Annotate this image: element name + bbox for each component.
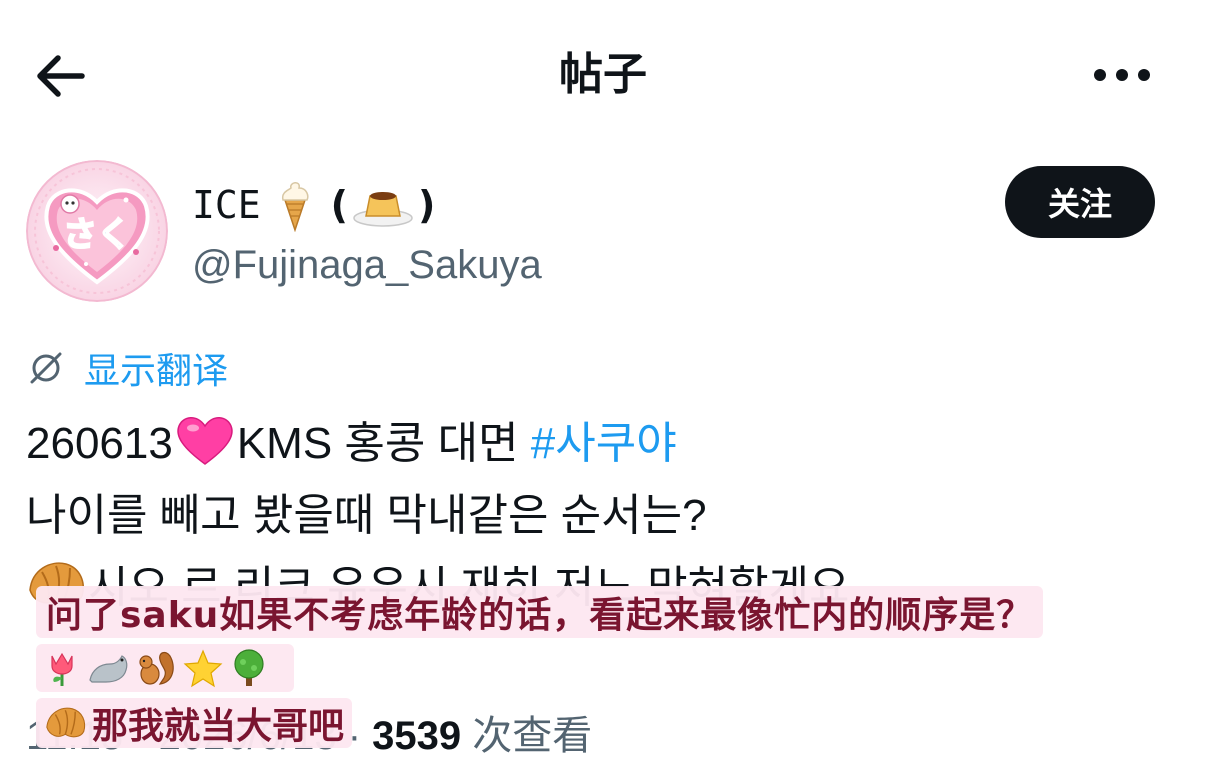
soft-serve-icon [281,182,309,232]
seal-icon [89,655,128,683]
croissant-icon [46,707,86,738]
subtitle-line-1: 问了saku如果不考虑年龄的话，看起来最像忙内的顺序是？ [36,586,1044,638]
subtitle-line-3: 那我就当大哥吧 [36,698,353,748]
page-title: 帖子 [559,49,647,100]
author-display-name[interactable]: ICE ( ) [192,178,435,232]
paren-open: ( [330,183,349,227]
squirrel-icon [139,651,174,685]
avatar-label: さく [63,215,131,255]
translate-label: 显示翻译 [84,351,229,392]
views-label: 次查看 [461,714,593,758]
tulip-icon [51,652,73,686]
avatar[interactable]: さく [26,160,168,302]
star-icon [183,649,223,688]
paren-close: ) [418,183,436,227]
author-handle[interactable]: @Fujinaga_Sakuya [192,238,542,292]
tweet-text-line-1: 260613 KMS 홍콩 대면 #사쿠야 [26,412,677,474]
subtitle-line-2 [36,644,294,692]
tweet-event-text: KMS 홍콩 대면 [236,419,531,468]
subtitle-line-3-text: 那我就当大哥吧 [92,706,345,747]
more-options-icon[interactable] [1090,60,1154,90]
tweet-text-line-2: 나이를 빼고 봤을때 막내같은 순서는? [26,491,707,540]
custard-pudding-icon [353,192,413,227]
tree-icon [234,649,264,686]
translate-icon [30,352,62,384]
hashtag-link[interactable]: #사쿠야 [531,419,677,468]
follow-button[interactable]: 关注 [1005,166,1155,238]
pink-heart-icon [177,417,233,465]
avatar-image: さく [26,160,168,302]
display-name-text: ICE [192,183,261,227]
views-count: 3539 [372,714,462,758]
tweet-date-code: 260613 [26,419,173,468]
show-translation-link[interactable]: 显示翻译 [26,342,228,394]
